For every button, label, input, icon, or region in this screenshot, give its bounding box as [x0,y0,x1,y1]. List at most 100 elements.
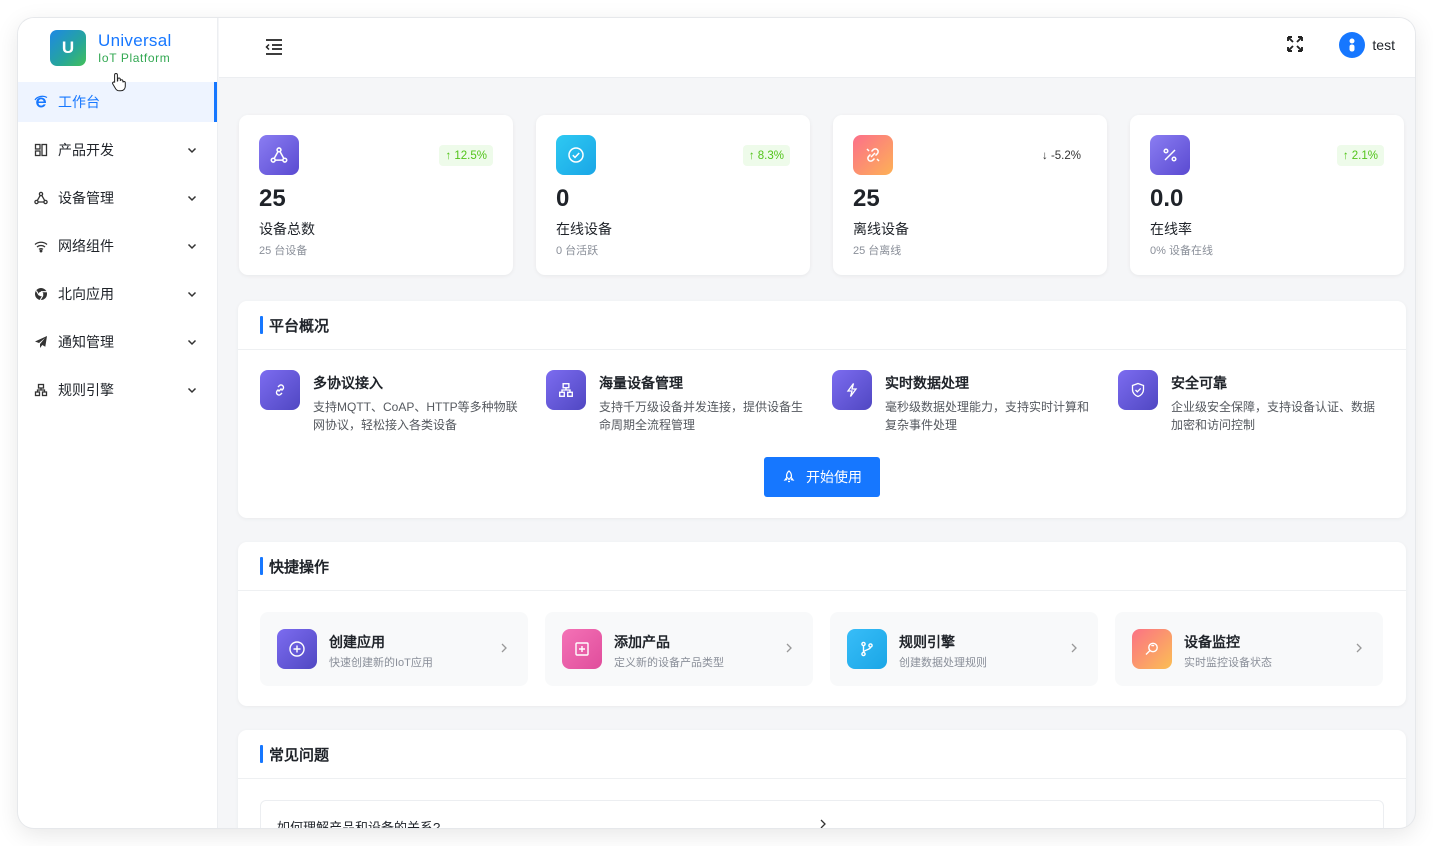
fullscreen-icon[interactable] [1285,34,1305,54]
trend-badge: ↑ 2.1% [1336,145,1384,166]
chevron-down-icon [187,387,197,394]
platform-overview-panel: 平台概况 多协议接入 支持MQTT、CoAP、HTTP等多种物联网协议，轻松接入… [238,301,1406,518]
sidebar-item-label: 设备管理 [58,190,114,206]
quick-action-rule-engine[interactable]: 规则引擎 创建数据处理规则 [830,612,1098,686]
panel-title: 常见问题 [269,746,330,764]
nodes-icon [259,135,299,175]
faq-item[interactable]: 如何理解产品和设备的关系? [260,800,1384,828]
stat-card-online-devices: ↑ 8.3% 0 在线设备 0 台活跃 [536,115,810,275]
start-button-label: 开始使用 [806,469,862,485]
unlink-icon [853,135,893,175]
feature-desc: 毫秒级数据处理能力，支持实时计算和复杂事件处理 [885,400,1090,432]
stat-value: 0.0 [1150,185,1184,212]
wifi-icon [34,239,48,253]
stat-label: 在线设备 [556,221,612,237]
chevron-down-icon [187,291,197,298]
quick-action-device-monitor[interactable]: 设备监控 实时监控设备状态 [1115,612,1383,686]
stat-sub: 25 台设备 [259,245,308,257]
user-name: test [1372,37,1395,53]
chevron-right-icon [820,819,826,828]
quick-actions-panel: 快捷操作 创建应用 快速创建新的IoT应用 添加产品 定义新的设备产品类型 规则… [238,542,1406,706]
stat-sub: 0 台活跃 [556,245,599,257]
avatar [1339,32,1366,58]
cluster-icon [34,383,48,397]
sidebar-item-label: 规则引擎 [58,382,114,398]
sidebar-item-rule-engine[interactable]: 规则引擎 [18,370,217,410]
user-menu[interactable]: test [1339,32,1395,58]
chevron-right-icon [1071,643,1077,653]
trend-badge: ↑ 8.3% [742,145,790,166]
sidebar-item-label: 工作台 [58,94,100,110]
sidebar-item-network[interactable]: 网络组件 [18,226,217,266]
feature-title: 安全可靠 [1171,375,1227,391]
quick-action-create-app[interactable]: 创建应用 快速创建新的IoT应用 [260,612,528,686]
title-accent-bar [260,557,263,575]
sidebar-item-label: 通知管理 [58,334,114,350]
hand-cursor-icon [112,72,126,92]
feature-title: 实时数据处理 [885,375,969,391]
sidebar-nav: 工作台 产品开发 设备管理 网络组件 北向应用 通知管理 规则引擎 [18,82,217,410]
arrow-up-icon: ↑ [1342,149,1352,162]
stat-card-offline-devices: ↓ -5.2% 25 离线设备 25 台离线 [833,115,1107,275]
feature-desc: 支持MQTT、CoAP、HTTP等多种物联网协议，轻松接入各类设备 [313,400,518,432]
feature-title: 多协议接入 [313,375,383,391]
chevron-down-icon [187,195,197,202]
top-header: test [219,18,1415,78]
cluster-icon [546,370,586,410]
stat-value: 25 [259,185,286,212]
nodes-icon [34,191,48,205]
faq-panel: 常见问题 如何理解产品和设备的关系? [238,730,1406,828]
arrow-down-icon: ↓ [1042,149,1051,162]
stat-card-online-rate: ↑ 2.1% 0.0 在线率 0% 设备在线 [1130,115,1404,275]
arrow-up-icon: ↑ [445,149,455,162]
sidebar-item-label: 产品开发 [58,142,114,158]
quick-action-sub: 快速创建新的IoT应用 [329,657,433,669]
faq-question: 如何理解产品和设备的关系? [277,820,441,828]
stat-sub: 25 台离线 [853,245,902,257]
brand-name: Universal [98,31,172,50]
percent-icon [1150,135,1190,175]
stat-label: 设备总数 [259,221,315,237]
menu-fold-icon[interactable] [263,36,285,58]
title-accent-bar [260,745,263,763]
chevron-right-icon [1356,643,1362,653]
panel-title: 平台概况 [269,317,330,335]
link-icon [260,370,300,410]
grid-icon [34,143,48,157]
plus-circle-icon [277,629,317,669]
panel-title: 快捷操作 [269,558,330,576]
sidebar-item-northbound[interactable]: 北向应用 [18,274,217,314]
sidebar-item-device-mgmt[interactable]: 设备管理 [18,178,217,218]
quick-action-sub: 定义新的设备产品类型 [614,657,724,669]
chevron-down-icon [187,147,197,154]
stat-sub: 0% 设备在线 [1150,245,1213,257]
stat-value: 25 [853,185,880,212]
brand-subtitle: IoT Platform [98,51,171,65]
brand-logo[interactable]: U Universal IoT Platform [18,18,217,78]
stat-label: 在线率 [1150,221,1192,237]
plus-square-icon [562,629,602,669]
ie-icon [34,95,48,109]
trend-badge: ↑ 12.5% [439,145,493,166]
quick-action-add-product[interactable]: 添加产品 定义新的设备产品类型 [545,612,813,686]
quick-action-title: 添加产品 [614,634,670,650]
arrow-up-icon: ↑ [748,149,758,162]
sidebar-item-notification[interactable]: 通知管理 [18,322,217,362]
chevron-right-icon [786,643,792,653]
quick-action-title: 设备监控 [1184,634,1240,650]
sidebar-item-label: 北向应用 [58,286,114,302]
sidebar-item-product-dev[interactable]: 产品开发 [18,130,217,170]
check-circle-icon [556,135,596,175]
branch-icon [847,629,887,669]
logo-mark: U [50,30,86,66]
feature-title: 海量设备管理 [599,375,683,391]
app-window: U Universal IoT Platform 工作台 产品开发 设备管理 网… [18,18,1415,828]
quick-action-title: 规则引擎 [899,634,955,650]
start-button[interactable]: 开始使用 [764,457,880,497]
chevron-down-icon [187,339,197,346]
feature-desc: 企业级安全保障，支持设备认证、数据加密和访问控制 [1171,400,1376,432]
bolt-icon [832,370,872,410]
sidebar: U Universal IoT Platform 工作台 产品开发 设备管理 网… [18,18,218,828]
rocket-icon [783,470,795,483]
trend-badge: ↓ -5.2% [1042,149,1081,162]
